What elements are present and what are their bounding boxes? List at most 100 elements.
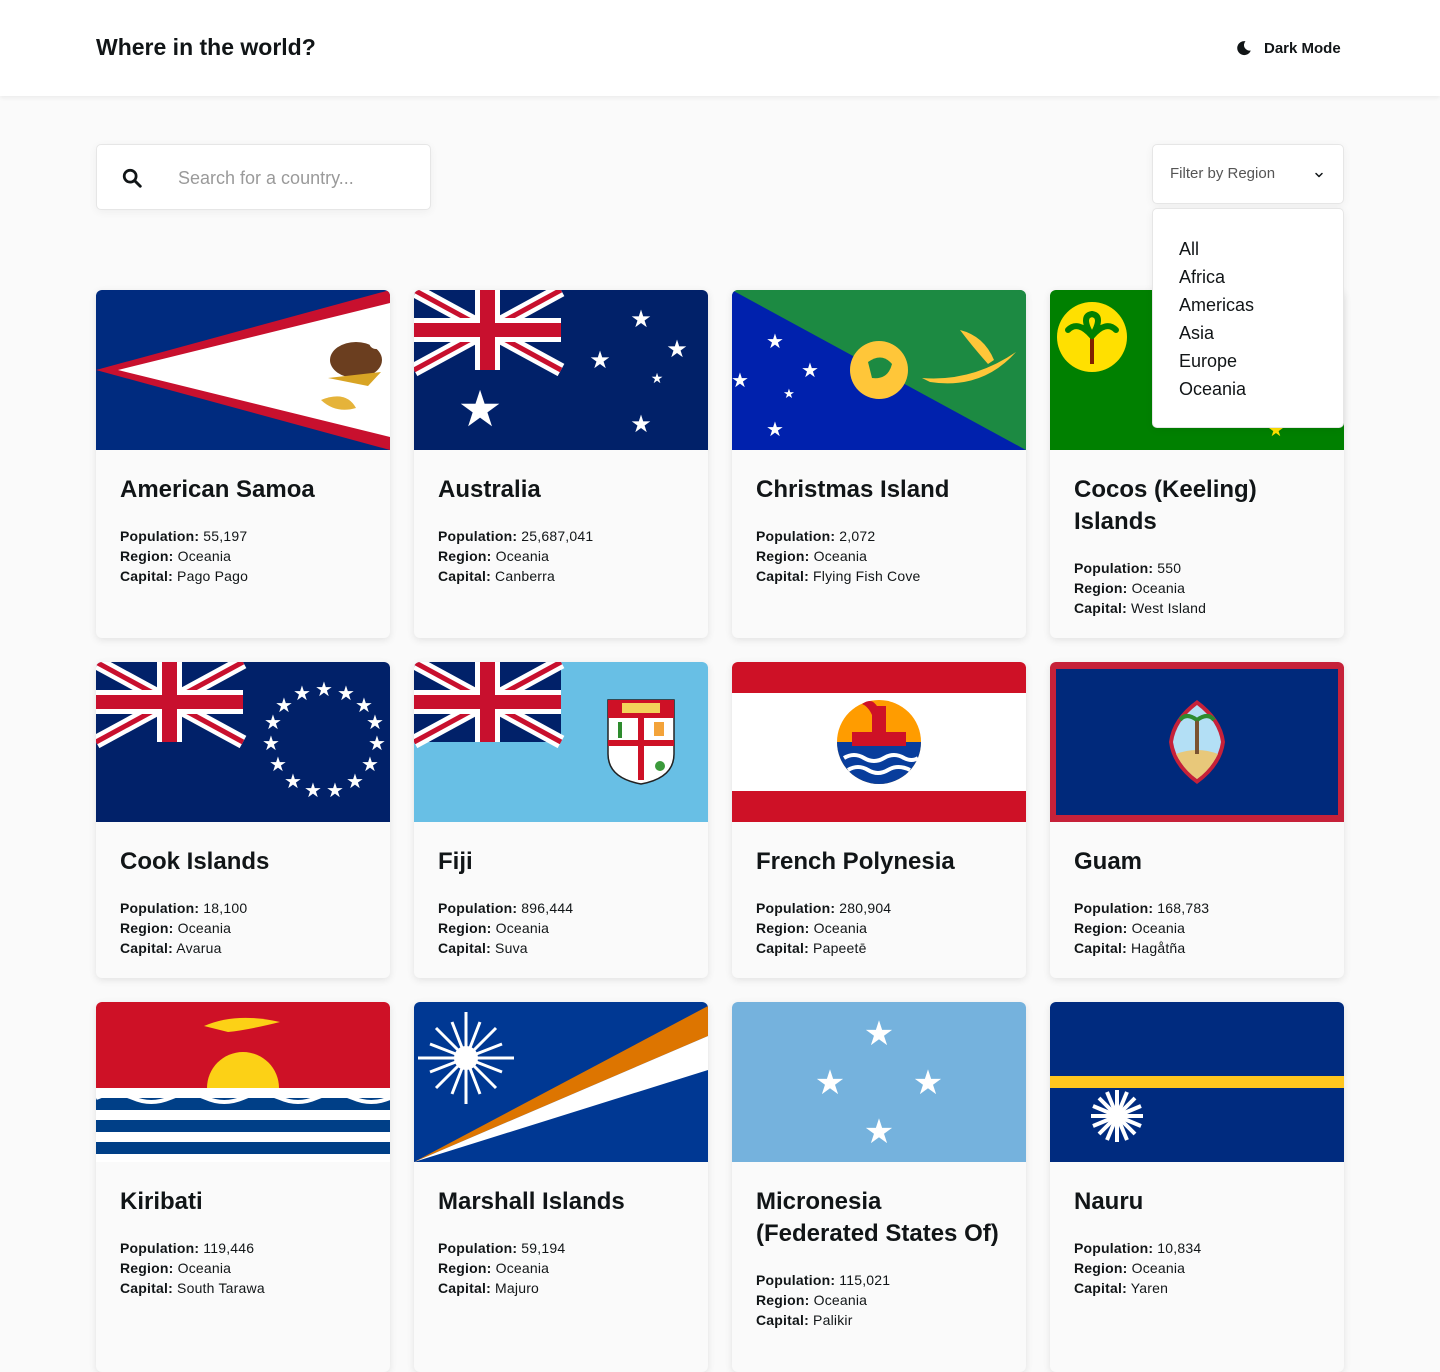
marshall-islands-flag bbox=[414, 1002, 708, 1162]
country-name: Fiji bbox=[438, 848, 473, 875]
dark-mode-toggle[interactable]: Dark Mode bbox=[1236, 37, 1341, 59]
country-card[interactable]: ★ ★ ★ ★ ★ ★ ★ ★ ★ ★ ★ ★ ★ ★ ★ Cook Islan… bbox=[96, 662, 390, 978]
capital-row: Capital: South Tarawa bbox=[120, 1280, 265, 1296]
region-row: Region: Oceania bbox=[1074, 920, 1186, 936]
french-polynesia-flag bbox=[732, 662, 1026, 822]
region-filter-select[interactable]: Filter by Region bbox=[1152, 144, 1344, 204]
svg-text:★: ★ bbox=[801, 358, 819, 382]
svg-text:★: ★ bbox=[630, 410, 652, 438]
svg-text:★: ★ bbox=[458, 380, 503, 438]
region-filter-label: Filter by Region bbox=[1170, 165, 1276, 182]
country-card[interactable]: American Samoa Population: 55,197 Region… bbox=[96, 290, 390, 638]
capital-row: Capital: Suva bbox=[438, 940, 528, 956]
svg-text:★: ★ bbox=[864, 1014, 894, 1054]
region-row: Region: Oceania bbox=[756, 1292, 868, 1308]
svg-text:★: ★ bbox=[651, 371, 664, 387]
country-card[interactable]: Kiribati Population: 119,446 Region: Oce… bbox=[96, 1002, 390, 1372]
country-card[interactable]: ★ ★ ★ ★ ★ Christmas Island Population: 2… bbox=[732, 290, 1026, 638]
svg-text:★: ★ bbox=[630, 305, 652, 333]
region-row: Region: Oceania bbox=[1074, 580, 1186, 596]
svg-text:★: ★ bbox=[262, 731, 280, 755]
country-card[interactable]: French Polynesia Population: 280,904 Reg… bbox=[732, 662, 1026, 978]
svg-text:★: ★ bbox=[666, 335, 688, 363]
population-row: Population: 18,100 bbox=[120, 900, 248, 916]
svg-text:★: ★ bbox=[864, 1112, 894, 1152]
country-name: Cocos (Keeling) Islands bbox=[1074, 476, 1257, 535]
svg-text:★: ★ bbox=[732, 368, 749, 392]
region-row: Region: Oceania bbox=[120, 548, 232, 564]
top-bar: Where in the world? Dark Mode bbox=[0, 0, 1440, 96]
region-row: Region: Oceania bbox=[438, 920, 550, 936]
country-card[interactable]: Fiji Population: 896,444 Region: Oceania… bbox=[414, 662, 708, 978]
capital-row: Capital: Flying Fish Cove bbox=[756, 568, 921, 584]
svg-text:★: ★ bbox=[293, 681, 311, 705]
capital-row: Capital: Canberra bbox=[438, 568, 556, 584]
country-card[interactable]: Marshall Islands Population: 59,194 Regi… bbox=[414, 1002, 708, 1372]
micronesia-flag: ★ ★ ★ ★ bbox=[732, 1002, 1026, 1162]
country-name: Micronesia (Federated States Of) bbox=[756, 1188, 999, 1247]
region-option-europe[interactable]: Europe bbox=[1153, 347, 1343, 375]
christmas-island-flag: ★ ★ ★ ★ ★ bbox=[732, 290, 1026, 450]
guam-flag bbox=[1050, 662, 1344, 822]
population-row: Population: 168,783 bbox=[1074, 900, 1210, 916]
app-title: Where in the world? bbox=[96, 34, 316, 60]
population-row: Population: 119,446 bbox=[120, 1240, 255, 1256]
svg-text:★: ★ bbox=[766, 329, 784, 353]
region-row: Region: Oceania bbox=[756, 548, 868, 564]
country-name: Guam bbox=[1074, 848, 1143, 875]
region-row: Region: Oceania bbox=[438, 548, 550, 564]
kiribati-flag bbox=[96, 1002, 390, 1162]
svg-text:★: ★ bbox=[589, 346, 611, 374]
population-row: Population: 550 bbox=[1074, 560, 1182, 576]
population-row: Population: 10,834 bbox=[1074, 1240, 1202, 1256]
population-row: Population: 2,072 bbox=[756, 528, 876, 544]
australia-flag: ★ ★ ★ ★ ★ ★ bbox=[414, 290, 708, 450]
region-row: Region: Oceania bbox=[756, 920, 868, 936]
region-option-all[interactable]: All bbox=[1153, 235, 1343, 263]
fiji-flag bbox=[414, 662, 708, 822]
region-dropdown-menu: All Africa Americas Asia Europe Oceania bbox=[1152, 208, 1344, 428]
dark-mode-label: Dark Mode bbox=[1264, 39, 1341, 57]
country-name: American Samoa bbox=[120, 476, 315, 503]
capital-row: Capital: Pago Pago bbox=[120, 568, 249, 584]
nauru-flag bbox=[1050, 1002, 1344, 1162]
chevron-down-icon bbox=[1315, 172, 1323, 178]
region-row: Region: Oceania bbox=[438, 1260, 550, 1276]
search-box bbox=[96, 144, 431, 210]
region-row: Region: Oceania bbox=[1074, 1260, 1186, 1276]
capital-row: Capital: Yaren bbox=[1074, 1280, 1169, 1296]
country-name: French Polynesia bbox=[756, 848, 955, 875]
population-row: Population: 25,687,041 bbox=[438, 528, 594, 544]
search-icon bbox=[122, 168, 142, 188]
svg-text:★: ★ bbox=[766, 417, 784, 441]
region-option-africa[interactable]: Africa bbox=[1153, 263, 1343, 291]
svg-text:★: ★ bbox=[269, 752, 287, 776]
country-name: Kiribati bbox=[120, 1188, 203, 1215]
svg-text:★: ★ bbox=[346, 769, 364, 793]
search-input[interactable] bbox=[178, 163, 408, 193]
population-row: Population: 115,021 bbox=[756, 1272, 891, 1288]
moon-icon bbox=[1237, 41, 1251, 56]
country-card[interactable]: Guam Population: 168,783 Region: Oceania… bbox=[1050, 662, 1344, 978]
capital-row: Capital: Avarua bbox=[120, 940, 222, 956]
capital-row: Capital: Palikir bbox=[756, 1312, 853, 1328]
capital-row: Capital: Papeetē bbox=[756, 940, 867, 956]
svg-text:★: ★ bbox=[783, 387, 795, 402]
region-option-oceania[interactable]: Oceania bbox=[1153, 375, 1343, 403]
region-option-americas[interactable]: Americas bbox=[1153, 291, 1343, 319]
country-card[interactable]: ★ ★ ★ ★ ★ ★ Australia Population: 25,687… bbox=[414, 290, 708, 638]
population-row: Population: 59,194 bbox=[438, 1240, 566, 1256]
country-name: Christmas Island bbox=[756, 476, 950, 503]
country-card[interactable]: ★ ★ ★ ★ Micronesia (Federated States Of)… bbox=[732, 1002, 1026, 1372]
country-name: Nauru bbox=[1074, 1188, 1144, 1215]
svg-text:★: ★ bbox=[326, 778, 344, 802]
country-name: Marshall Islands bbox=[438, 1188, 625, 1215]
svg-text:★: ★ bbox=[275, 693, 293, 717]
population-row: Population: 55,197 bbox=[120, 528, 248, 544]
capital-row: Capital: Majuro bbox=[438, 1280, 540, 1296]
population-row: Population: 280,904 bbox=[756, 900, 892, 916]
capital-row: Capital: Hagåtña bbox=[1074, 940, 1186, 956]
region-option-asia[interactable]: Asia bbox=[1153, 319, 1343, 347]
svg-text:★: ★ bbox=[337, 681, 355, 705]
country-card[interactable]: Nauru Population: 10,834 Region: Oceania… bbox=[1050, 1002, 1344, 1372]
